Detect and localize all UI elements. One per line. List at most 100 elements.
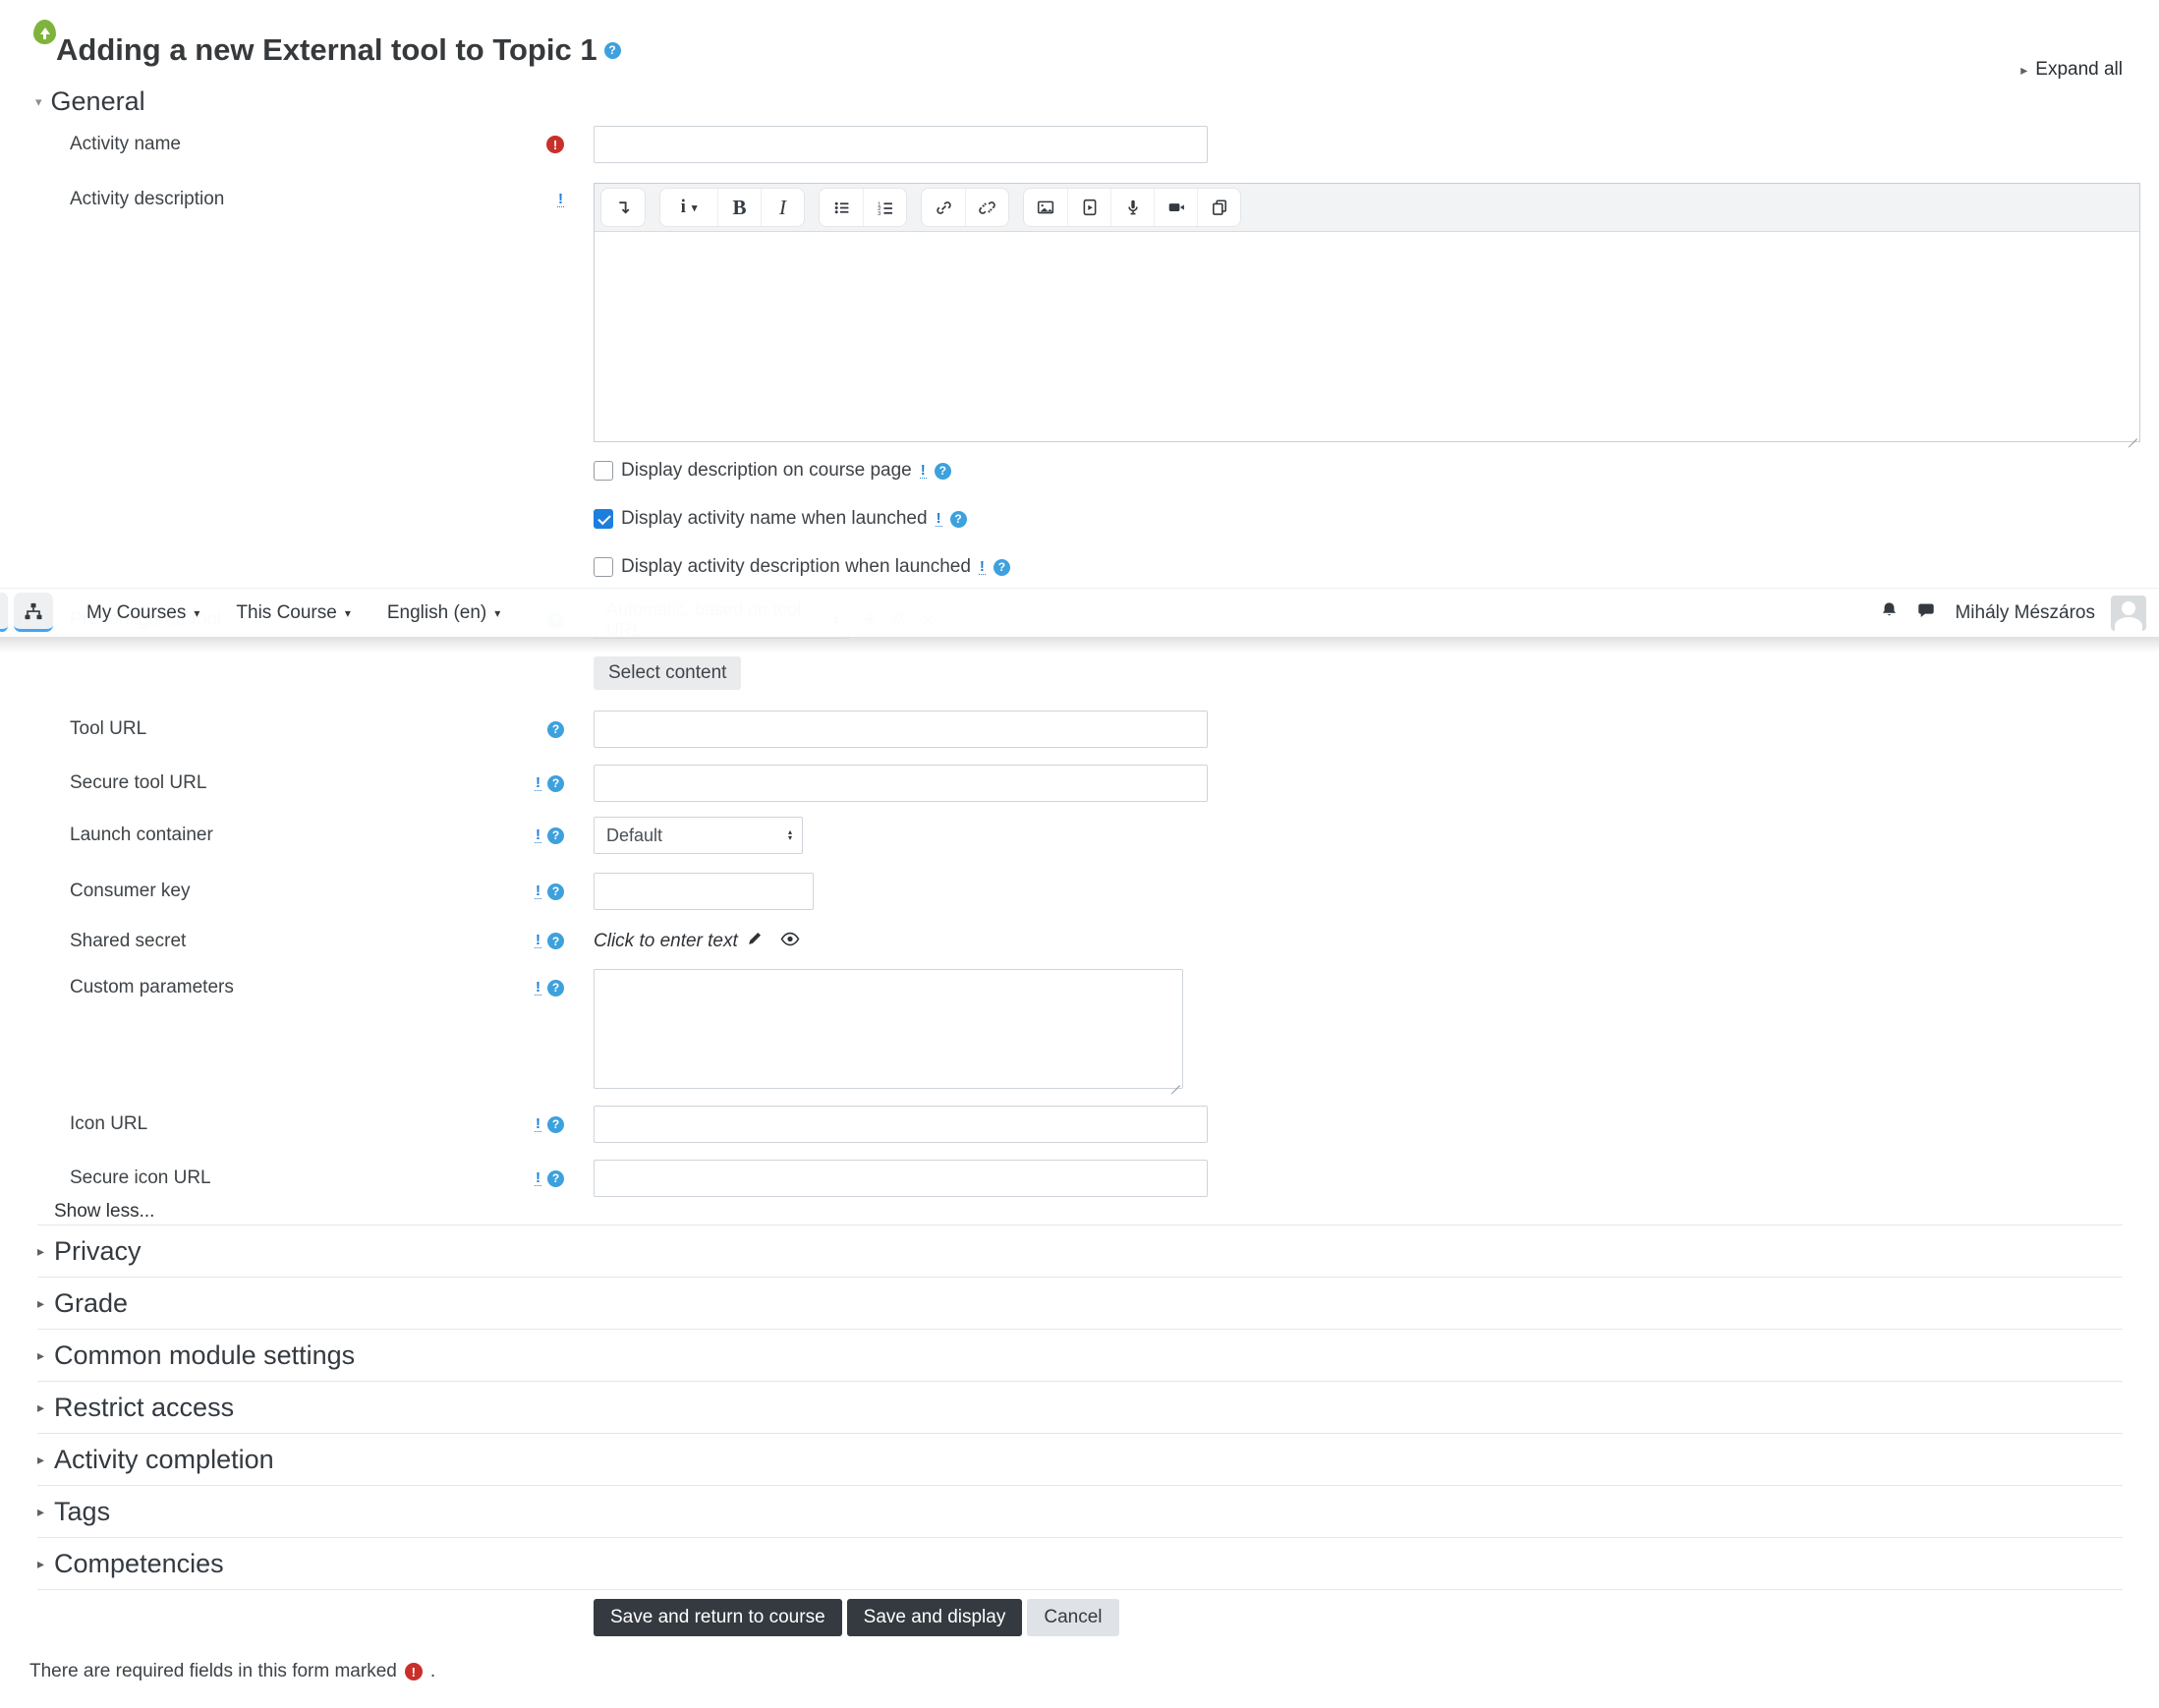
- svg-text:3: 3: [878, 210, 881, 215]
- advanced-icon: [535, 884, 541, 899]
- advanced-icon: [535, 1117, 541, 1132]
- chevron-right-icon: [37, 1347, 44, 1364]
- help-icon[interactable]: [934, 462, 951, 480]
- help-icon[interactable]: [547, 933, 564, 949]
- section-toggle-activity-completion[interactable]: Activity completion: [37, 1434, 2123, 1486]
- unlink-icon[interactable]: [965, 189, 1008, 226]
- checkbox-label[interactable]: Display description on course page: [621, 460, 912, 482]
- nav-menu-label: English (en): [386, 601, 487, 623]
- description-textarea[interactable]: [594, 232, 2140, 442]
- select-content-button[interactable]: Select content: [594, 656, 742, 690]
- bell-icon[interactable]: [1879, 600, 1900, 626]
- chevron-right-icon: [37, 1295, 44, 1312]
- description-editor: 123: [594, 183, 2140, 442]
- custom-parameters-textarea[interactable]: [594, 969, 1183, 1089]
- advanced-icon: [535, 828, 541, 843]
- record-audio-icon[interactable]: [1110, 189, 1154, 226]
- collapse-toolbar-icon[interactable]: [601, 189, 645, 226]
- icon-url-input[interactable]: [594, 1106, 1208, 1143]
- section-toggle-privacy[interactable]: Privacy: [37, 1225, 2123, 1278]
- resize-handle[interactable]: [2126, 427, 2137, 439]
- help-icon[interactable]: [547, 826, 564, 844]
- page-title-text: Adding a new External tool to Topic 1: [56, 31, 597, 67]
- save-and-return-button[interactable]: Save and return to course: [594, 1599, 842, 1636]
- checkbox[interactable]: [594, 461, 613, 481]
- launch-container-row: Launch container Default ▴▾: [0, 817, 2159, 854]
- section-toggle-common-module-settings[interactable]: Common module settings: [37, 1330, 2123, 1382]
- cancel-button[interactable]: Cancel: [1027, 1599, 1119, 1636]
- link-icon[interactable]: [922, 189, 965, 226]
- record-video-icon[interactable]: [1154, 189, 1197, 226]
- secure-icon-url-row: Secure icon URL: [0, 1160, 2159, 1197]
- tool-url-label: Tool URL: [70, 718, 147, 739]
- user-name[interactable]: Mihály Mészáros: [1955, 602, 2095, 624]
- tool-url-input[interactable]: [594, 711, 1208, 748]
- bold-icon[interactable]: [717, 189, 761, 226]
- nav-tab-icon[interactable]: [0, 593, 8, 632]
- advanced-icon: [535, 776, 541, 791]
- help-icon[interactable]: [547, 720, 564, 738]
- help-icon[interactable]: [547, 774, 564, 792]
- section-toggle-general[interactable]: General: [35, 86, 145, 117]
- unordered-list-icon[interactable]: [820, 189, 863, 226]
- section-toggle-restrict-access[interactable]: Restrict access: [37, 1382, 2123, 1434]
- section-heading: Restrict access: [54, 1392, 235, 1422]
- section-toggle-grade[interactable]: Grade: [37, 1278, 2123, 1330]
- nav-menu-language[interactable]: English (en): [387, 602, 500, 624]
- manage-files-icon[interactable]: [1197, 189, 1240, 226]
- resize-handle[interactable]: [1168, 1074, 1180, 1086]
- paragraph-styles-icon[interactable]: [660, 189, 717, 226]
- required-note-period: .: [429, 1661, 436, 1681]
- help-icon[interactable]: [603, 41, 621, 59]
- selected-option: Default: [606, 825, 663, 845]
- nav-menu-this-course[interactable]: This Course: [236, 602, 350, 624]
- help-icon[interactable]: [993, 558, 1010, 576]
- secure-tool-url-input[interactable]: [594, 765, 1208, 802]
- launch-container-select[interactable]: Default ▴ ▾: [594, 817, 803, 854]
- help-icon[interactable]: [547, 1169, 564, 1187]
- display-description-row: Display description on course page: [594, 460, 951, 482]
- consumer-key-input[interactable]: [594, 873, 814, 910]
- section-heading: Activity completion: [54, 1444, 274, 1474]
- chat-icon[interactable]: [1915, 600, 1937, 627]
- chevron-right-icon: [37, 1556, 44, 1572]
- consumer-key-label: Consumer key: [70, 881, 191, 901]
- navbar: My Courses This Course English (en) Mihá…: [0, 588, 2159, 637]
- eye-icon[interactable]: [780, 931, 800, 952]
- ordered-list-icon[interactable]: 123: [863, 189, 906, 226]
- page: Adding a new External tool to Topic 1 Ex…: [0, 0, 2159, 1708]
- checkbox[interactable]: [594, 509, 613, 529]
- media-icon[interactable]: [1067, 189, 1110, 226]
- checkbox[interactable]: [594, 557, 613, 577]
- activity-description-label: Activity description: [70, 189, 225, 209]
- required-icon: [546, 136, 564, 153]
- required-fields-note: There are required fields in this form m…: [29, 1661, 435, 1682]
- help-icon[interactable]: [547, 979, 564, 996]
- advanced-icon: [535, 981, 541, 996]
- pencil-icon[interactable]: [747, 930, 764, 952]
- nav-menu-my-courses[interactable]: My Courses: [86, 602, 199, 624]
- advanced-icon: [557, 193, 564, 207]
- sitemap-icon[interactable]: [14, 593, 53, 632]
- show-less-link[interactable]: Show less...: [54, 1201, 154, 1223]
- help-icon[interactable]: [547, 1115, 564, 1133]
- icon-url-row: Icon URL: [0, 1106, 2159, 1143]
- expand-all-link[interactable]: Expand all: [2020, 59, 2123, 81]
- checkbox-label[interactable]: Display activity name when launched: [621, 508, 928, 530]
- page-title: Adding a new External tool to Topic 1: [56, 32, 621, 68]
- italic-icon[interactable]: [761, 189, 804, 226]
- secure-icon-url-label: Secure icon URL: [70, 1167, 211, 1188]
- image-icon[interactable]: [1024, 189, 1067, 226]
- section-toggle-competencies[interactable]: Competencies: [37, 1538, 2123, 1590]
- chevron-right-icon: [37, 1452, 44, 1468]
- section-toggle-tags[interactable]: Tags: [37, 1486, 2123, 1538]
- secure-icon-url-input[interactable]: [594, 1160, 1208, 1197]
- help-icon[interactable]: [547, 882, 564, 900]
- avatar[interactable]: [2111, 596, 2146, 631]
- activity-name-input[interactable]: [594, 126, 1208, 163]
- save-and-display-button[interactable]: Save and display: [846, 1599, 1023, 1636]
- help-icon[interactable]: [949, 510, 967, 528]
- checkbox-label[interactable]: Display activity description when launch…: [621, 556, 971, 578]
- advanced-icon: [919, 464, 927, 479]
- shared-secret-value[interactable]: Click to enter text: [594, 931, 738, 952]
